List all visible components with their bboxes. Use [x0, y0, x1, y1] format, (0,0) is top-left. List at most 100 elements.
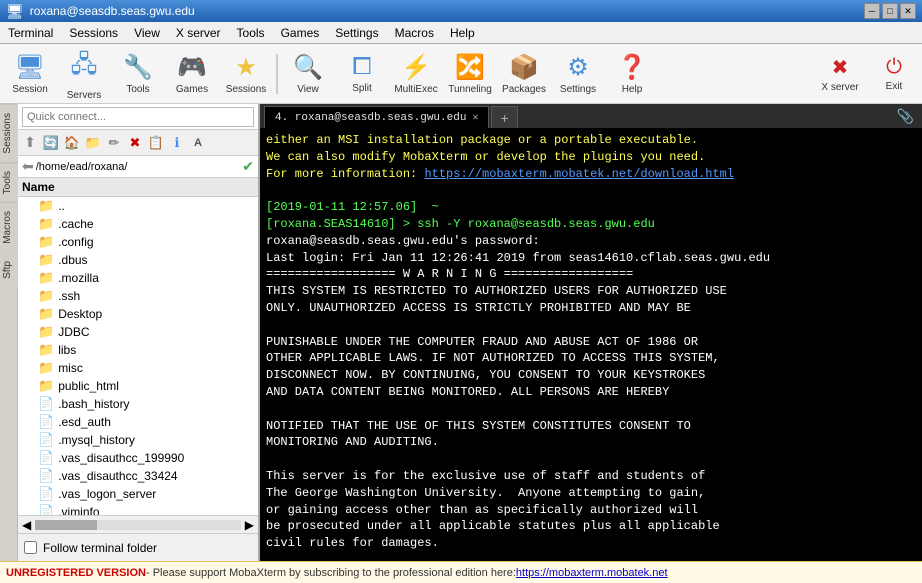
path-input[interactable] [36, 161, 243, 173]
split-button[interactable]: ⧠ Split [336, 48, 388, 100]
terminal-line: be prosecuted under all applicable statu… [266, 518, 916, 535]
ft-info-btn[interactable]: ℹ [167, 133, 187, 153]
tunneling-button[interactable]: 🔀 Tunneling [444, 48, 496, 100]
multiexec-icon: ⚡ [401, 53, 431, 82]
tree-item[interactable]: 📁.. [18, 197, 258, 215]
games-button[interactable]: 🎮 Games [166, 48, 218, 100]
multiexec-button[interactable]: ⚡ MultiExec [390, 48, 442, 100]
session-button[interactable]: 🖥 Session [4, 48, 56, 100]
menu-terminal[interactable]: Terminal [0, 22, 61, 43]
view-button[interactable]: 🔍 View [282, 48, 334, 100]
terminal-panel: 4. roxana@seasdb.seas.gwu.edu ✕ + 📎 eith… [260, 104, 922, 561]
macros-side-label[interactable]: Macros [0, 202, 18, 252]
tree-item[interactable]: 📁 .mozilla [18, 269, 258, 287]
terminal-line: [roxana.SEAS14610] > ssh -Y roxana@seasd… [266, 216, 916, 233]
terminal-line: For more information: https://mobaxterm.… [266, 166, 916, 183]
ft-text-btn[interactable]: A [188, 133, 208, 153]
tree-item[interactable]: 📁JDBC [18, 323, 258, 341]
tree-item[interactable]: 📁public_html [18, 377, 258, 395]
path-back-icon[interactable]: ⬅ [22, 158, 34, 175]
ft-up-btn[interactable]: ⬆ [20, 133, 40, 153]
tree-item[interactable]: 📄 .vas_disauthcc_33424 [18, 467, 258, 485]
tools-icon: 🔧 [123, 53, 153, 82]
ft-refresh-btn[interactable]: 🔄 [41, 133, 61, 153]
folder-icon: 📁 [38, 324, 54, 340]
menu-sessions[interactable]: Sessions [61, 22, 126, 43]
tab-close-icon[interactable]: ✕ [472, 112, 478, 124]
menu-settings[interactable]: Settings [327, 22, 386, 43]
follow-terminal-checkbox[interactable] [24, 541, 37, 554]
tree-item[interactable]: 📁Desktop [18, 305, 258, 323]
terminal-output[interactable]: either an MSI installation package or a … [260, 128, 922, 561]
help-button[interactable]: ❓ Help [606, 48, 658, 100]
ft-new-folder-btn[interactable]: 📁 [83, 133, 103, 153]
tree-item[interactable]: 📄.vas_logon_server [18, 485, 258, 503]
close-button[interactable]: ✕ [900, 3, 916, 19]
tree-item-name: .ssh [58, 289, 80, 303]
xserver-button[interactable]: ✖ X server [810, 48, 870, 100]
menu-games[interactable]: Games [273, 22, 328, 43]
terminal-line: civil rules for damages. [266, 535, 916, 552]
tree-item-name: .bash_history [58, 397, 129, 411]
scroll-track[interactable] [35, 520, 241, 530]
exit-button[interactable]: ⏻ Exit [870, 48, 918, 100]
tree-item[interactable]: 📁.dbus [18, 251, 258, 269]
tools-side-label[interactable]: Tools [0, 162, 18, 202]
scroll-left-arrow[interactable]: ◀ [22, 518, 31, 532]
games-icon: 🎮 [177, 53, 207, 82]
file-icon: 📄 [38, 432, 54, 448]
tree-item[interactable]: 📁.ssh [18, 287, 258, 305]
menu-tools[interactable]: Tools [229, 22, 273, 43]
folder-icon: 📁 [38, 234, 54, 250]
tree-item[interactable]: 📁.cache [18, 215, 258, 233]
terminal-tab-active[interactable]: 4. roxana@seasdb.seas.gwu.edu ✕ [264, 106, 489, 128]
tree-item[interactable]: 📁libs [18, 341, 258, 359]
tools-button[interactable]: 🔧 Tools [112, 48, 164, 100]
status-link[interactable]: https://mobaxterm.mobatek.net [516, 567, 668, 579]
tree-item-name: .mysql_history [58, 433, 135, 447]
tree-scroll-bar[interactable]: ◀ ▶ [18, 515, 258, 533]
terminal-line: Last login: Fri Jan 11 12:26:41 2019 fro… [266, 250, 916, 267]
tree-item-name: .. [58, 199, 65, 213]
ft-copy-btn[interactable]: 📋 [146, 133, 166, 153]
terminal-line: DISCONNECT NOW. BY CONTINUING, YOU CONSE… [266, 367, 916, 384]
packages-button[interactable]: 📦 Packages [498, 48, 550, 100]
tree-item[interactable]: 📄.bash_history [18, 395, 258, 413]
add-tab-button[interactable]: + [491, 106, 517, 128]
terminal-line: We can also modify MobaXterm or develop … [266, 149, 916, 166]
servers-button[interactable]: 🖧 Servers [58, 48, 110, 100]
file-icon: 📄 [38, 468, 54, 484]
menu-help[interactable]: Help [442, 22, 483, 43]
tree-item-name: public_html [58, 379, 119, 393]
quick-connect-input[interactable] [22, 107, 254, 127]
tree-item[interactable]: 📄.esd_auth [18, 413, 258, 431]
menu-xserver[interactable]: X server [168, 22, 229, 43]
tab-title: 4. roxana@seasdb.seas.gwu.edu [275, 112, 466, 124]
tree-item-name: .mozilla [58, 271, 99, 285]
sessions-side-label[interactable]: Sessions [0, 104, 18, 162]
file-icon: 📄 [38, 486, 54, 502]
ft-edit-btn[interactable]: ✏ [104, 133, 124, 153]
sessions-button[interactable]: ★ Sessions [220, 48, 272, 100]
minimize-button[interactable]: ─ [864, 3, 880, 19]
tree-item[interactable]: 📄.viminfo [18, 503, 258, 515]
menu-macros[interactable]: Macros [387, 22, 442, 43]
tree-item-name: .vas_disauthcc_33424 [58, 469, 177, 483]
tree-item[interactable]: 📄.vas_disauthcc_199990 [18, 449, 258, 467]
scroll-right-arrow[interactable]: ▶ [245, 518, 254, 532]
tree-item[interactable]: 📁.config [18, 233, 258, 251]
terminal-line: [2019-01-11 12:57.06] ~ [266, 199, 916, 216]
settings-button[interactable]: ⚙ Settings [552, 48, 604, 100]
sftp-side-label[interactable]: Sftp [0, 252, 18, 287]
maximize-button[interactable]: □ [882, 3, 898, 19]
menu-view[interactable]: View [126, 22, 168, 43]
follow-terminal-label[interactable]: Follow terminal folder [43, 541, 157, 555]
exit-icon: ⏻ [886, 56, 902, 79]
folder-icon: 📁 [38, 270, 54, 286]
tree-item[interactable]: 📁misc [18, 359, 258, 377]
tab-paperclip-icon[interactable]: 📎 [893, 108, 918, 125]
ft-delete-btn[interactable]: ✖ [125, 133, 145, 153]
tree-item[interactable]: 📄 .mysql_history [18, 431, 258, 449]
ft-home-btn[interactable]: 🏠 [62, 133, 82, 153]
sessions-icon: ★ [235, 53, 257, 82]
